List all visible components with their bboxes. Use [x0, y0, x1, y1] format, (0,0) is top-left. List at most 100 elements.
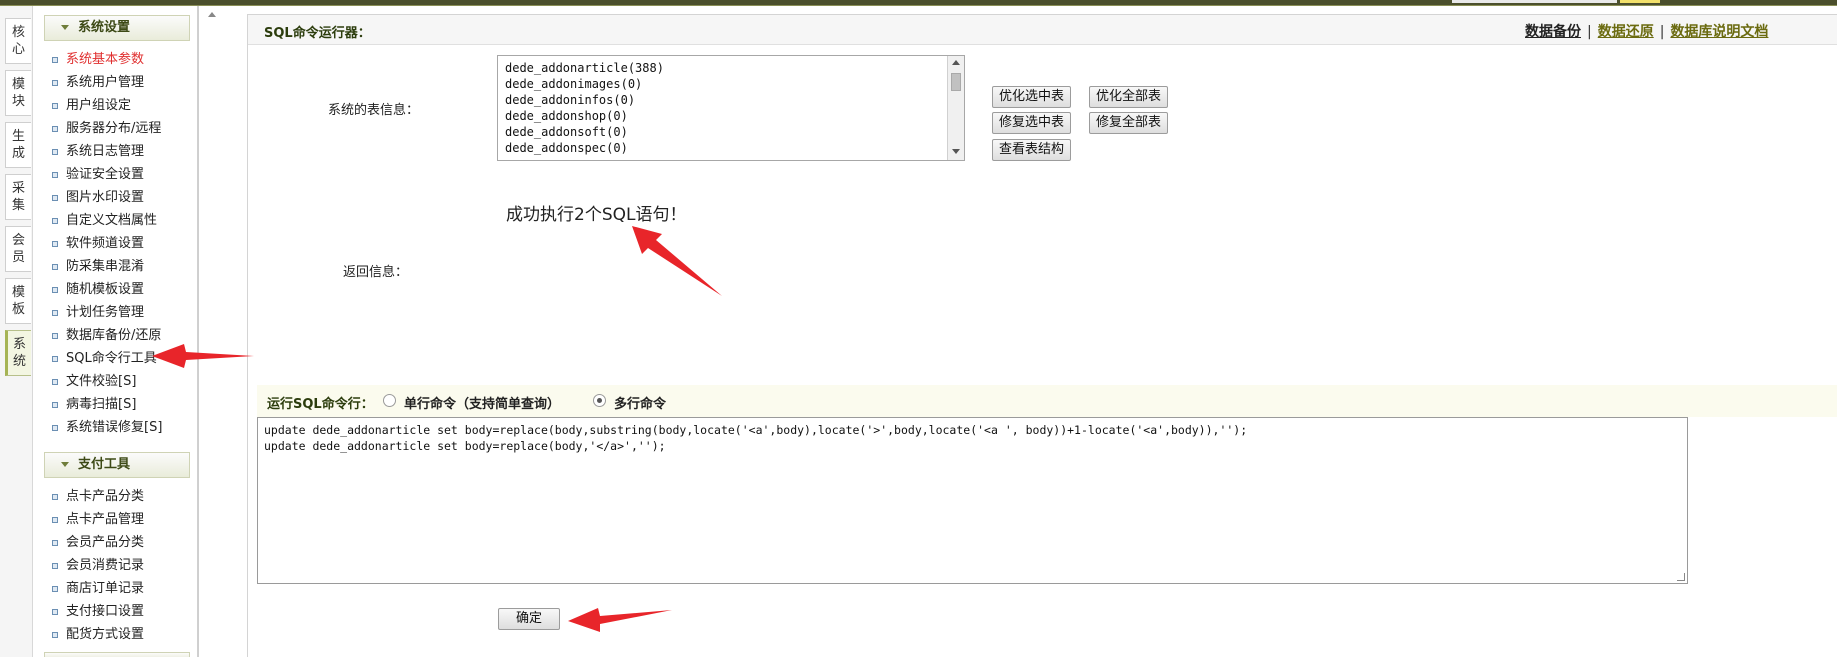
menu-item-shop-orders[interactable]: 商店订单记录 — [44, 577, 224, 600]
menu-item-basic-params[interactable]: 系统基本参数 — [44, 48, 224, 71]
scroll-thumb[interactable] — [951, 73, 961, 91]
menu-item-error-repair[interactable]: 系统错误修复[S] — [44, 416, 224, 439]
menu-item-software-channel[interactable]: 软件频道设置 — [44, 232, 224, 255]
bullet-icon — [52, 195, 58, 201]
menu-item-scheduled-tasks[interactable]: 计划任务管理 — [44, 301, 224, 324]
section-header-system-settings[interactable]: 系统设置 — [44, 15, 190, 41]
bullet-icon — [52, 172, 58, 178]
multi-line-radio[interactable] — [593, 394, 606, 407]
bullet-icon — [52, 57, 58, 63]
optimize-selected-button[interactable]: 优化选中表 — [992, 86, 1072, 108]
menu-item-card-products[interactable]: 点卡产品管理 — [44, 508, 224, 531]
menu-item-label: 文件校验[S] — [66, 374, 137, 389]
tab-core[interactable]: 核心 — [5, 18, 31, 64]
bullet-icon — [52, 425, 58, 431]
menu-item-server-distribution[interactable]: 服务器分布/远程 — [44, 117, 224, 140]
menu-item-file-check[interactable]: 文件校验[S] — [44, 370, 224, 393]
scroll-up-icon[interactable] — [208, 12, 216, 17]
payment-tools-menu: 点卡产品分类 点卡产品管理 会员产品分类 会员消费记录 商店订单记录 支付接口设… — [44, 485, 224, 646]
menu-item-security[interactable]: 验证安全设置 — [44, 163, 224, 186]
repair-selected-button[interactable]: 修复选中表 — [992, 112, 1072, 134]
table-option[interactable]: dede_addonimages(0) — [498, 76, 964, 92]
scroll-down-icon[interactable] — [952, 149, 960, 154]
table-list-select[interactable]: dede_addonarticle(388) dede_addonimages(… — [497, 55, 965, 161]
table-option[interactable]: dede_addonsoft(0) — [498, 124, 964, 140]
tab-modules[interactable]: 模块 — [5, 70, 31, 116]
menu-item-payment-gateway[interactable]: 支付接口设置 — [44, 600, 224, 623]
menu-item-virus-scan[interactable]: 病毒扫描[S] — [44, 393, 224, 416]
table-option[interactable]: dede_addonshop(0) — [498, 108, 964, 124]
menu-item-label: 会员产品分类 — [66, 535, 145, 550]
menu-item-member-consumption[interactable]: 会员消费记录 — [44, 554, 224, 577]
menu-item-member-product-categories[interactable]: 会员产品分类 — [44, 531, 224, 554]
bullet-icon — [52, 379, 58, 385]
section-header-next[interactable] — [44, 652, 190, 657]
menu-item-db-backup[interactable]: 数据库备份/还原 — [44, 324, 224, 347]
menu-item-label: 商店订单记录 — [66, 581, 145, 596]
result-message: 成功执行2个SQL语句！ — [506, 205, 687, 225]
top-bar — [0, 0, 1837, 6]
bullet-icon — [52, 264, 58, 270]
menu-item-label: 会员消费记录 — [66, 558, 145, 573]
menu-item-label: 防采集串混淆 — [66, 259, 145, 274]
menu-item-label: 系统错误修复[S] — [66, 420, 163, 435]
result-label: 返回信息： — [343, 265, 409, 280]
table-list-scrollbar[interactable] — [947, 56, 964, 160]
bullet-icon — [52, 540, 58, 546]
view-structure-button[interactable]: 查看表结构 — [992, 139, 1072, 161]
repair-all-button[interactable]: 修复全部表 — [1089, 112, 1169, 134]
chevron-down-icon — [61, 25, 69, 30]
tab-members[interactable]: 会员 — [5, 226, 31, 272]
menu-item-sql-tool[interactable]: SQL命令行工具 — [44, 347, 224, 370]
frame-divider — [198, 6, 199, 657]
bullet-icon — [52, 609, 58, 615]
menu-item-label: 系统基本参数 — [66, 52, 145, 67]
menu-item-random-template[interactable]: 随机模板设置 — [44, 278, 224, 301]
multi-line-option-label[interactable]: 多行命令 — [614, 393, 666, 412]
bullet-icon — [52, 80, 58, 86]
menu-item-label: 验证安全设置 — [66, 167, 145, 182]
section-header-payment-tools[interactable]: 支付工具 — [44, 452, 190, 478]
sql-command-textarea[interactable]: update dede_addonarticle set body=replac… — [257, 417, 1688, 584]
menu-item-label: 病毒扫描[S] — [66, 397, 137, 412]
bullet-icon — [52, 287, 58, 293]
menu-item-watermark[interactable]: 图片水印设置 — [44, 186, 224, 209]
resize-handle-icon[interactable] — [1677, 573, 1685, 581]
menu-item-doc-attributes[interactable]: 自定义文档属性 — [44, 209, 224, 232]
tab-collect[interactable]: 采集 — [5, 174, 31, 220]
menu-item-anti-collect[interactable]: 防采集串混淆 — [44, 255, 224, 278]
db-docs-link[interactable]: 数据库说明文档 — [1670, 24, 1768, 40]
menu-item-label: 计划任务管理 — [66, 305, 145, 320]
tab-system[interactable]: 系统 — [5, 330, 31, 376]
menu-item-user-admin[interactable]: 系统用户管理 — [44, 71, 224, 94]
tab-generate[interactable]: 生成 — [5, 122, 31, 168]
menu-item-label: 自定义文档属性 — [66, 213, 158, 228]
menu-item-label: 软件频道设置 — [66, 236, 145, 251]
menu-item-label: 随机模板设置 — [66, 282, 145, 297]
table-option[interactable]: dede_addonarticle(388) — [498, 60, 964, 76]
scroll-up-icon[interactable] — [952, 60, 960, 65]
header-links: 数据备份 | 数据还原 | 数据库说明文档 — [1525, 21, 1768, 41]
menu-item-delivery-methods[interactable]: 配货方式设置 — [44, 623, 224, 646]
data-backup-link[interactable]: 数据备份 — [1525, 24, 1581, 40]
tab-templates[interactable]: 模板 — [5, 278, 31, 324]
confirm-button[interactable]: 确定 — [498, 608, 560, 630]
main-panel: SQL命令运行器： 数据备份 | 数据还原 | 数据库说明文档 系统的表信息： dede… — [247, 14, 1837, 657]
menu-item-card-categories[interactable]: 点卡产品分类 — [44, 485, 224, 508]
table-option[interactable]: dede_addonspec(0) — [498, 140, 964, 156]
single-line-radio[interactable] — [383, 394, 396, 407]
table-option[interactable]: dede_addoninfos(0) — [498, 92, 964, 108]
data-restore-link[interactable]: 数据还原 — [1598, 24, 1654, 40]
single-line-option-label[interactable]: 单行命令（支持简单查询） — [404, 393, 560, 412]
page-title: SQL命令运行器： — [264, 26, 371, 41]
bullet-icon — [52, 586, 58, 592]
optimize-all-button[interactable]: 优化全部表 — [1089, 86, 1169, 108]
top-search-button[interactable] — [1620, 0, 1660, 3]
menu-item-label: SQL命令行工具 — [66, 351, 157, 366]
menu-item-system-logs[interactable]: 系统日志管理 — [44, 140, 224, 163]
top-search-input[interactable] — [1452, 0, 1617, 3]
menu-item-label: 支付接口设置 — [66, 604, 145, 619]
section-title: 系统设置 — [78, 20, 131, 35]
bullet-icon — [52, 356, 58, 362]
menu-item-user-groups[interactable]: 用户组设定 — [44, 94, 224, 117]
